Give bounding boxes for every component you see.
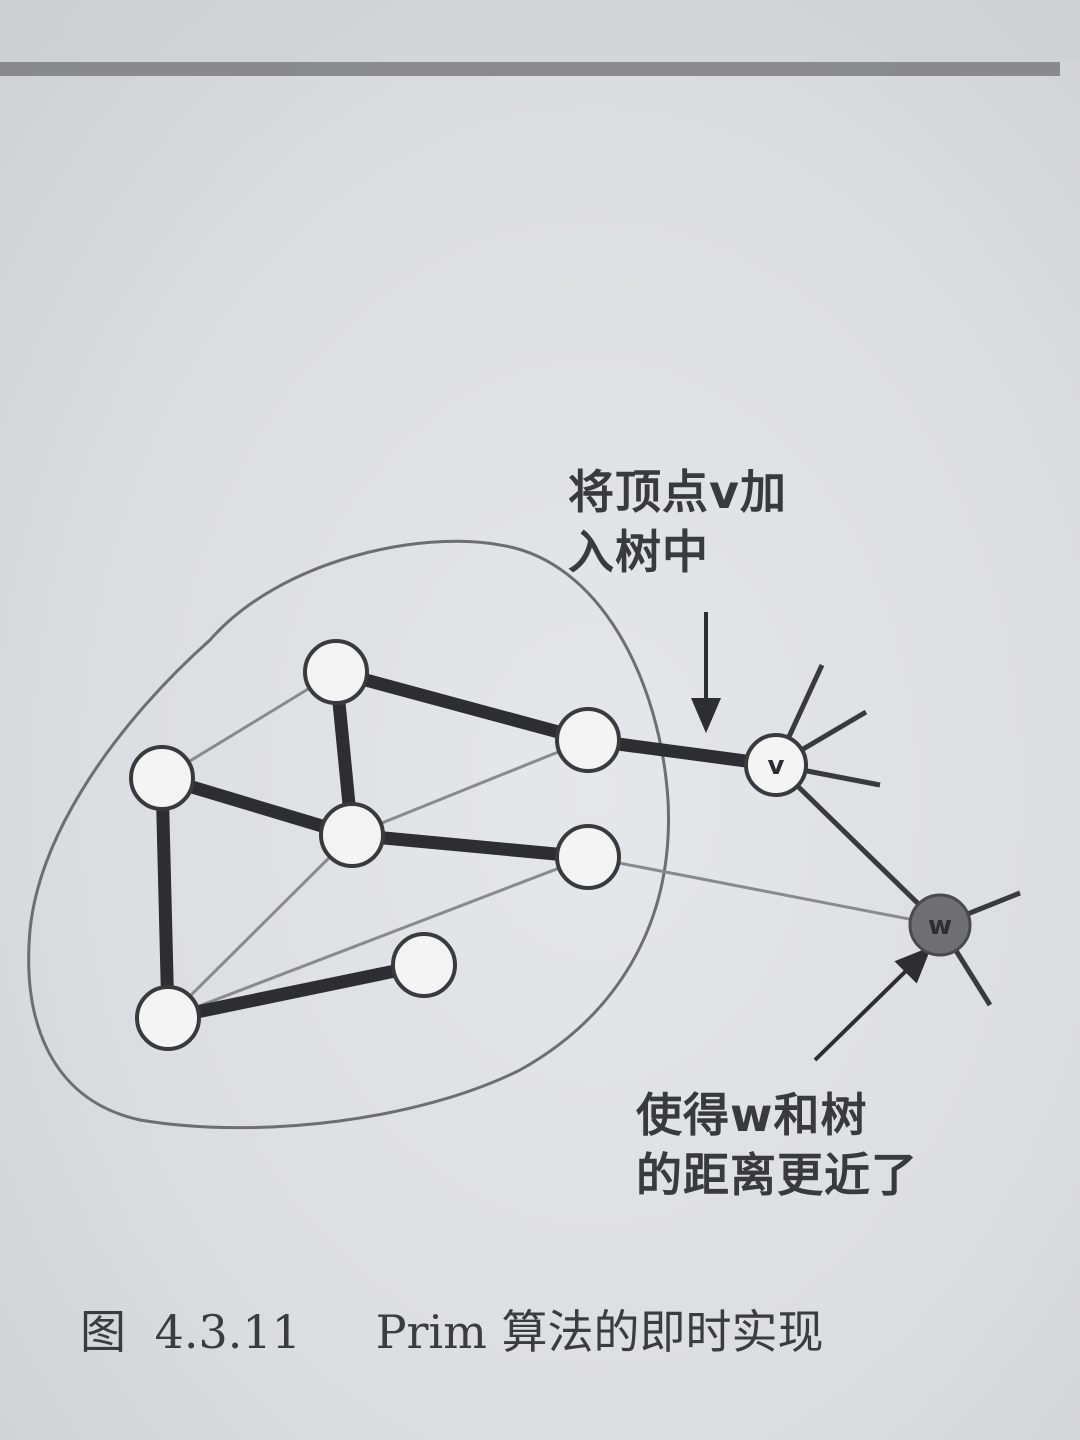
edge-thin [351, 738, 589, 837]
prim-diagram: v w [27, 539, 1021, 1130]
arrows [690, 612, 932, 1062]
edge-tree [161, 958, 431, 1025]
node-w-label: w [928, 911, 952, 941]
tree-node [391, 932, 457, 998]
annotation-add-vertex-line1: 将顶点v加 [568, 465, 787, 519]
tree-node [303, 639, 369, 705]
tree-node [555, 707, 621, 773]
caption-prefix: 图 [80, 1305, 126, 1359]
edge-tree [329, 665, 595, 747]
edge-thin [587, 855, 941, 927]
tree-edges [155, 665, 783, 1025]
annotation-add-vertex: 将顶点v加 入树中 [568, 462, 868, 582]
tree-node [555, 824, 621, 890]
tree-node [135, 985, 201, 1051]
caption-title: Prim 算法的即时实现 [375, 1305, 824, 1359]
arrow-to-v-head [690, 698, 722, 734]
edge-thin [167, 855, 589, 1020]
figure-caption: 图 4.3.11 Prim 算法的即时实现 [80, 1296, 1040, 1362]
annotation-closer-line2: 的距离更近了 [636, 1148, 918, 1202]
edge-v-w [774, 763, 942, 927]
annotation-closer: 使得w和树 的距离更近了 [636, 1085, 996, 1205]
edge-tree [345, 828, 595, 864]
page: v w 将顶点v加 入树中 使得w和树 的距离更近了 图 4.3.11 Prim… [0, 0, 1080, 1440]
tree-node [129, 745, 195, 811]
annotation-add-vertex-line2: 入树中 [568, 525, 709, 579]
arrow-to-w-shaft [813, 963, 914, 1062]
edge-tree [155, 771, 175, 1025]
outer-edges [773, 663, 1021, 1007]
caption-number: 4.3.11 [154, 1305, 301, 1359]
annotation-closer-line1: 使得w和树 [636, 1088, 868, 1142]
node-v-label: v [768, 751, 785, 781]
tree-node [319, 802, 385, 868]
